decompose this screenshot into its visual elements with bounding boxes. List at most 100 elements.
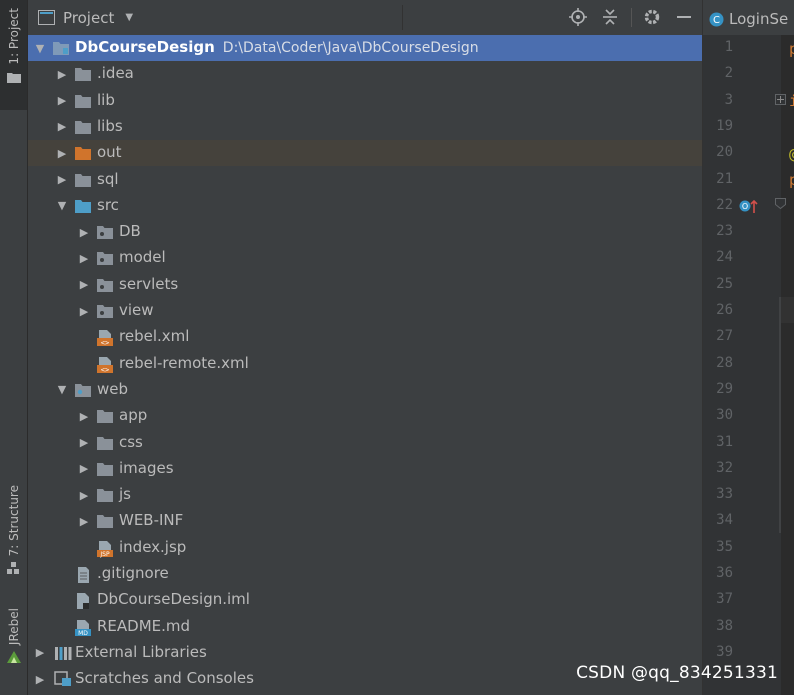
tree-row[interactable]: <> rebel.xml: [28, 324, 702, 350]
tree-row[interactable]: <> rebel-remote.xml: [28, 351, 702, 377]
collapsed-arrow-icon[interactable]: ▶: [56, 147, 68, 160]
expanded-arrow-icon[interactable]: ▼: [34, 42, 46, 55]
fold-icon: [775, 94, 786, 105]
tab-structure[interactable]: 7: Structure: [0, 485, 27, 580]
tree-item-label: README.md: [97, 616, 191, 635]
minimize-icon[interactable]: [674, 7, 694, 27]
line-number-gutter: 1 2 3 19 20 21 22 23 24 25 26 27 28 29 30 31 32 33 34 35 36 3…: [703, 35, 781, 695]
tab-jrebel[interactable]: JRebel: [0, 608, 27, 673]
svg-text:O: O: [742, 202, 748, 211]
tree-row[interactable]: ▶ images: [28, 456, 702, 482]
collapsed-arrow-icon[interactable]: ▶: [78, 436, 90, 449]
tree-row[interactable]: ▶ External Libraries: [28, 640, 702, 666]
tree-row[interactable]: JSP index.jsp: [28, 535, 702, 561]
collapsed-arrow-icon[interactable]: ▶: [78, 226, 90, 239]
folder-icon: [96, 487, 114, 503]
collapsed-arrow-icon[interactable]: ▶: [78, 489, 90, 502]
tree-row[interactable]: ▼ src: [28, 193, 702, 219]
project-window-icon: [38, 10, 55, 25]
collapsed-arrow-icon[interactable]: ▶: [78, 252, 90, 265]
svg-text:JSP: JSP: [99, 551, 110, 558]
tree-item-text: libs: [97, 117, 123, 135]
tree-row[interactable]: .gitignore: [28, 561, 702, 587]
tool-window-stripe: 1: Project 7: Structure JRebel: [0, 0, 28, 695]
expanded-arrow-icon[interactable]: ▼: [56, 199, 68, 212]
gear-icon[interactable]: [642, 7, 662, 27]
chevron-down-icon: ▼: [125, 12, 134, 23]
tree-row[interactable]: ▶ libs: [28, 114, 702, 140]
package-icon: [96, 250, 114, 266]
collapsed-arrow-icon[interactable]: ▶: [34, 646, 46, 659]
tree-row[interactable]: ▶ js: [28, 482, 702, 508]
line-number: 25: [716, 275, 733, 292]
tree-row[interactable]: ▶ out: [28, 140, 702, 167]
markdown-file-icon: MD: [74, 619, 92, 637]
line-number: 34: [716, 512, 733, 529]
tree-row[interactable]: ▶ view: [28, 298, 702, 324]
tree-item-label: images: [119, 458, 174, 477]
tree-item-text: rebel-remote.xml: [119, 354, 249, 372]
tree-item-text: DbCourseDesign D:\Data\Coder\Java\DbCours…: [75, 38, 479, 56]
project-view-selector[interactable]: Project ▼: [38, 0, 133, 35]
collapsed-arrow-icon[interactable]: ▶: [34, 673, 46, 686]
collapse-all-icon[interactable]: [600, 7, 620, 27]
tree-item-text: .gitignore: [97, 564, 169, 582]
tree-row[interactable]: ▼ web: [28, 377, 702, 403]
tree-row[interactable]: ▶ WEB-INF: [28, 508, 702, 534]
svg-text:<>: <>: [101, 366, 109, 374]
tree-item-text: model: [119, 248, 166, 266]
tree-row[interactable]: ▶ model: [28, 245, 702, 271]
tree-item-text: src: [97, 196, 119, 214]
collapsed-arrow-icon[interactable]: ▶: [56, 120, 68, 133]
tree-row[interactable]: ▶ servlets: [28, 272, 702, 298]
locate-icon[interactable]: [568, 7, 588, 27]
tree-item-label: model: [119, 248, 166, 267]
tree-item-label: External Libraries: [75, 642, 207, 661]
line-number: 32: [716, 459, 733, 476]
tab-project[interactable]: 1: Project: [0, 0, 27, 110]
tree-item-label: lib: [97, 90, 115, 109]
folder-icon: [6, 72, 21, 83]
tree-row[interactable]: ▶ lib: [28, 88, 702, 114]
line-number: 37: [716, 591, 733, 608]
line-number: 22: [716, 196, 733, 213]
editor-tab-label: LoginSe: [729, 10, 789, 28]
package-icon: [96, 303, 114, 319]
panel-title: Project: [63, 8, 115, 27]
tree-item-text: app: [119, 406, 147, 424]
tree-row[interactable]: ▶ sql: [28, 167, 702, 193]
tree-row[interactable]: ▶ css: [28, 430, 702, 456]
collapsed-arrow-icon[interactable]: ▶: [56, 94, 68, 107]
collapsed-arrow-icon[interactable]: ▶: [78, 515, 90, 528]
line-number: 36: [716, 565, 733, 581]
tree-row[interactable]: ▶ .idea: [28, 61, 702, 87]
line-number: 20: [716, 144, 733, 161]
svg-text:C: C: [713, 15, 720, 26]
tree-item-label: rebel.xml: [119, 327, 190, 346]
collapsed-arrow-icon[interactable]: ▶: [78, 462, 90, 475]
tree-item-text: css: [119, 433, 143, 451]
tree-item-label: js: [119, 485, 131, 504]
tree-item-text: Scratches and Consoles: [75, 669, 254, 687]
editor-tab-loginservlet[interactable]: C LoginSe: [709, 6, 788, 32]
line-number: 39: [716, 643, 733, 660]
tree-item-text: index.jsp: [119, 538, 186, 556]
tree-row[interactable]: ▶ app: [28, 403, 702, 429]
tree-row[interactable]: ▶ DB: [28, 219, 702, 245]
collapsed-arrow-icon[interactable]: ▶: [78, 410, 90, 423]
svg-text:MD: MD: [78, 630, 88, 637]
expanded-arrow-icon[interactable]: ▼: [56, 383, 68, 396]
tree-row[interactable]: ▼ DbCourseDesign D:\Data\Coder\Java\DbCour…: [28, 35, 702, 61]
tree-item-label: rebel-remote.xml: [119, 353, 249, 372]
folder-icon: [96, 461, 114, 477]
watermark: CSDN @qq_834251331: [576, 663, 778, 683]
tree-row[interactable]: MD README.md: [28, 614, 702, 640]
collapsed-arrow-icon[interactable]: ▶: [56, 173, 68, 186]
code-fragment: p: [789, 40, 794, 58]
line-number: 2: [724, 65, 733, 82]
collapsed-arrow-icon[interactable]: ▶: [78, 305, 90, 318]
tree-row[interactable]: DbCourseDesign.iml: [28, 587, 702, 613]
collapsed-arrow-icon[interactable]: ▶: [78, 278, 90, 291]
collapsed-arrow-icon[interactable]: ▶: [56, 68, 68, 81]
line-number: 33: [716, 486, 733, 503]
